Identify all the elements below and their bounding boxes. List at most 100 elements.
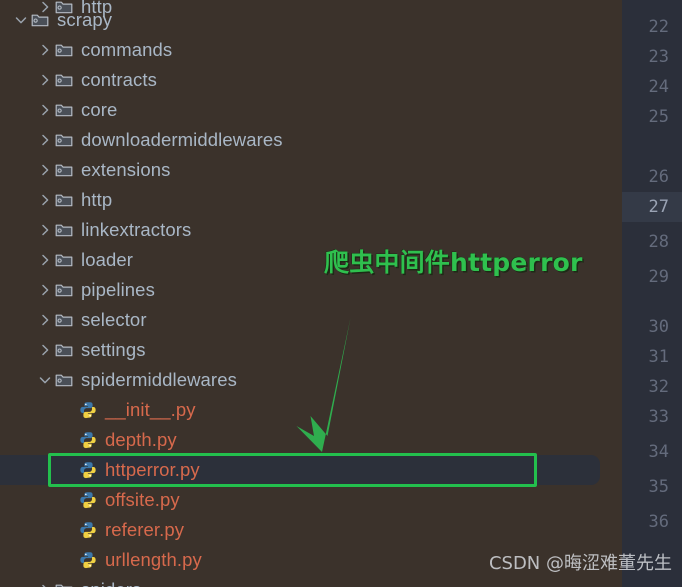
line-number[interactable]: 23 (625, 42, 669, 72)
chevron-right-icon[interactable] (36, 125, 54, 155)
tree-row-init-py[interactable]: __init__.py (0, 395, 622, 425)
tree-row-httperror-py[interactable]: httperror.py (0, 455, 622, 485)
tree-row-content: loader (36, 245, 133, 275)
tree-row-label: linkextractors (81, 219, 192, 240)
tree-row-content: http (36, 185, 112, 215)
chevron-right-icon[interactable] (36, 575, 54, 587)
chevron-right-icon[interactable] (36, 185, 54, 215)
line-number[interactable]: 33 (625, 402, 669, 432)
tree-row-label: downloadermiddlewares (81, 129, 283, 150)
tree-row-content: commands (36, 35, 172, 65)
line-number[interactable]: 30 (625, 312, 669, 342)
tree-row-label: http (81, 189, 113, 210)
chevron-right-icon[interactable] (36, 305, 54, 335)
tree-row-content: httperror.py (60, 455, 200, 485)
chevron-right-icon[interactable] (36, 35, 54, 65)
folder-icon (54, 335, 74, 365)
tree-row-label: offsite.py (105, 489, 180, 510)
chevron-right-icon[interactable] (36, 65, 54, 95)
python-file-icon (78, 395, 98, 425)
project-file-tree[interactable]: http scrapy commands contracts core downloade… (0, 0, 622, 587)
tree-row-label: urllength.py (105, 549, 202, 570)
folder-icon (54, 365, 74, 395)
tree-row-selector[interactable]: selector (0, 305, 622, 335)
python-file-icon (78, 425, 98, 455)
tree-row-core[interactable]: core (0, 95, 622, 125)
tree-row-content: offsite.py (60, 485, 180, 515)
tree-row-pipelines[interactable]: pipelines (0, 275, 622, 305)
tree-row-referer-py[interactable]: referer.py (0, 515, 622, 545)
tree-row-commands[interactable]: commands (0, 35, 622, 65)
tree-row-http[interactable]: http (0, 185, 622, 215)
tree-row-content: scrapy (12, 5, 112, 35)
folder-icon (54, 275, 74, 305)
python-file-icon (78, 455, 98, 485)
annotation-callout-text: 爬虫中间件httperror (324, 248, 583, 277)
chevron-right-icon[interactable] (36, 155, 54, 185)
tree-row-scrapy[interactable]: scrapy (0, 5, 622, 35)
line-number[interactable]: 34 (625, 437, 669, 467)
chevron-right-icon[interactable] (36, 335, 54, 365)
tree-row-content: __init__.py (60, 395, 196, 425)
tree-row-depth-py[interactable]: depth.py (0, 425, 622, 455)
tree-row-label: spiders (81, 579, 141, 587)
line-number[interactable]: 31 (625, 342, 669, 372)
line-number[interactable]: 26 (625, 162, 669, 192)
folder-icon (30, 5, 50, 35)
tree-row-downloadermiddlewares[interactable]: downloadermiddlewares (0, 125, 622, 155)
folder-icon (54, 35, 74, 65)
tree-row-label: referer.py (105, 519, 185, 540)
watermark: CSDN @晦涩难董先生 (488, 553, 672, 574)
folder-icon (54, 95, 74, 125)
line-number[interactable]: 24 (625, 72, 669, 102)
line-number[interactable]: 27 (625, 192, 669, 222)
tree-row-content: pipelines (36, 275, 155, 305)
chevron-right-icon[interactable] (36, 215, 54, 245)
tree-row-label: scrapy (57, 9, 113, 30)
tree-row-extensions[interactable]: extensions (0, 155, 622, 185)
tree-row-contracts[interactable]: contracts (0, 65, 622, 95)
ide-screenshot: http scrapy commands contracts core downloade… (0, 0, 682, 587)
tree-row-label: __init__.py (105, 399, 196, 420)
tree-row-content: urllength.py (60, 545, 202, 575)
tree-row-spidermiddlewares[interactable]: spidermiddlewares (0, 365, 622, 395)
tree-row-label: spidermiddlewares (81, 369, 237, 390)
python-file-icon (78, 545, 98, 575)
tree-row-label: pipelines (81, 279, 155, 300)
tree-row-content: core (36, 95, 117, 125)
folder-icon (54, 125, 74, 155)
tree-row-label: contracts (81, 69, 157, 90)
line-number[interactable]: 36 (625, 507, 669, 537)
tree-row-content: spidermiddlewares (36, 365, 237, 395)
line-number[interactable]: 25 (625, 102, 669, 132)
tree-row-offsite-py[interactable]: offsite.py (0, 485, 622, 515)
tree-row-label: commands (81, 39, 173, 60)
chevron-down-icon[interactable] (36, 365, 54, 395)
tree-row-content: referer.py (60, 515, 184, 545)
chevron-right-icon[interactable] (36, 95, 54, 125)
line-number[interactable]: 35 (625, 472, 669, 502)
python-file-icon (78, 515, 98, 545)
tree-row-spiders[interactable]: spiders (0, 575, 622, 587)
folder-icon (54, 305, 74, 335)
folder-icon (54, 65, 74, 95)
line-number[interactable]: 29 (625, 262, 669, 292)
tree-row-label: core (81, 99, 118, 120)
tree-row-settings[interactable]: settings (0, 335, 622, 365)
tree-row-label: depth.py (105, 429, 177, 450)
tree-row-label: selector (81, 309, 147, 330)
tree-row-content: spiders (36, 575, 141, 587)
chevron-down-icon[interactable] (12, 5, 30, 35)
line-number[interactable]: 28 (625, 227, 669, 257)
tree-row-label: extensions (81, 159, 171, 180)
line-number[interactable]: 22 (625, 12, 669, 42)
chevron-right-icon[interactable] (36, 245, 54, 275)
tree-row-content: downloadermiddlewares (36, 125, 283, 155)
folder-icon (54, 575, 74, 587)
chevron-right-icon[interactable] (36, 275, 54, 305)
tree-row-content: contracts (36, 65, 157, 95)
line-number[interactable]: 32 (625, 372, 669, 402)
editor-line-numbers[interactable]: 22 23 24 25 26 27 28 29 30 31 32 33 34 35 36 (622, 0, 682, 587)
tree-row-linkextractors[interactable]: linkextractors (0, 215, 622, 245)
folder-icon (54, 155, 74, 185)
